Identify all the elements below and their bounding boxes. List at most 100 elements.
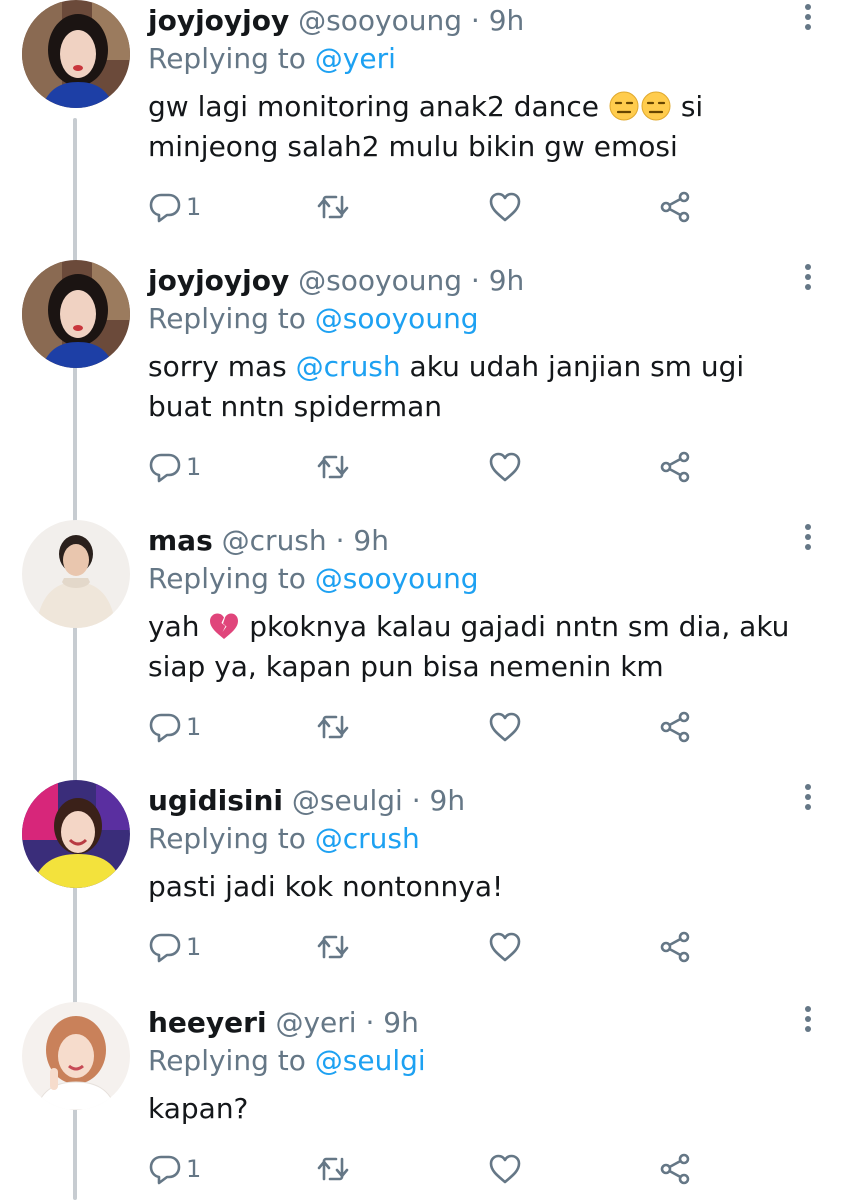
tweet-text: sorry mas @crush aku udah janjian sm ugi…	[148, 347, 808, 427]
timestamp[interactable]: 9h	[489, 264, 525, 297]
tweet[interactable]: joyjoyjoy @sooyoung · 9h Replying to @ye…	[0, 0, 864, 250]
tweet[interactable]: heeyeri @yeri · 9h Replying to @seulgi k…	[0, 1002, 864, 1200]
replying-to-label: Replying to	[148, 42, 306, 75]
retweet-icon	[316, 1152, 350, 1186]
tweet-actions: 1	[148, 707, 708, 747]
retweet-icon	[316, 710, 350, 744]
tweet-header: heeyeri @yeri · 9h	[148, 1004, 419, 1042]
tweet-header: joyjoyjoy @sooyoung · 9h	[148, 2, 524, 40]
replying-to: Replying to @yeri	[148, 40, 396, 78]
user-handle[interactable]: @crush	[222, 524, 327, 557]
tweet-text: gw lagi monitoring anak2 dance si minjeo…	[148, 87, 808, 167]
separator-dot: ·	[411, 784, 421, 817]
retweet-button[interactable]	[316, 707, 350, 747]
reply-mention[interactable]: @seulgi	[315, 1044, 426, 1077]
heart-icon	[488, 190, 522, 224]
display-name[interactable]: joyjoyjoy	[148, 264, 289, 297]
retweet-button[interactable]	[316, 1149, 350, 1189]
user-handle[interactable]: @seulgi	[292, 784, 403, 817]
tweet-text-part: pasti jadi kok nontonnya!	[148, 870, 504, 903]
share-button[interactable]	[658, 1149, 692, 1189]
user-handle[interactable]: @sooyoung	[298, 4, 462, 37]
share-icon	[658, 710, 692, 744]
reply-icon	[148, 1152, 182, 1186]
tweet-header: mas @crush · 9h	[148, 522, 389, 560]
reply-button[interactable]: 1	[148, 447, 201, 487]
like-button[interactable]	[488, 927, 522, 967]
timestamp[interactable]: 9h	[430, 784, 466, 817]
reply-mention[interactable]: @yeri	[315, 42, 396, 75]
broken-heart-emoji-icon	[208, 610, 240, 643]
replying-to-label: Replying to	[148, 1044, 306, 1077]
tweet-text: pasti jadi kok nontonnya!	[148, 867, 808, 907]
avatar-photo	[22, 780, 130, 888]
separator-dot: ·	[470, 4, 480, 37]
like-button[interactable]	[488, 1149, 522, 1189]
separator-dot: ·	[365, 1006, 375, 1039]
tweet-header: ugidisini @seulgi · 9h	[148, 782, 465, 820]
avatar[interactable]	[22, 1002, 130, 1110]
reply-mention[interactable]: @sooyoung	[315, 562, 479, 595]
like-button[interactable]	[488, 187, 522, 227]
more-options-icon[interactable]	[796, 780, 820, 816]
tweet-text-part: kapan?	[148, 1092, 249, 1125]
tweet[interactable]: ugidisini @seulgi · 9h Replying to @crus…	[0, 780, 864, 990]
more-options-icon[interactable]	[796, 1002, 820, 1038]
reply-mention[interactable]: @crush	[315, 822, 420, 855]
heart-icon	[488, 450, 522, 484]
tweet-text: kapan?	[148, 1089, 808, 1129]
reply-count: 1	[186, 193, 202, 221]
tweet-text-part: yah	[148, 610, 209, 643]
display-name[interactable]: joyjoyjoy	[148, 4, 289, 37]
avatar[interactable]	[22, 0, 130, 108]
share-icon	[658, 1152, 692, 1186]
timestamp[interactable]: 9h	[353, 524, 389, 557]
retweet-button[interactable]	[316, 927, 350, 967]
reply-button[interactable]: 1	[148, 1149, 201, 1189]
reply-button[interactable]: 1	[148, 927, 201, 967]
tweet[interactable]: mas @crush · 9h Replying to @sooyoung ya…	[0, 520, 864, 770]
more-options-icon[interactable]	[796, 520, 820, 556]
tweet[interactable]: joyjoyjoy @sooyoung · 9h Replying to @so…	[0, 260, 864, 510]
reply-mention[interactable]: @sooyoung	[315, 302, 479, 335]
text-mention[interactable]: @crush	[296, 350, 401, 383]
share-icon	[658, 930, 692, 964]
retweet-button[interactable]	[316, 447, 350, 487]
replying-to: Replying to @seulgi	[148, 1042, 426, 1080]
reply-count: 1	[186, 933, 202, 961]
replying-to-label: Replying to	[148, 302, 306, 335]
like-button[interactable]	[488, 447, 522, 487]
display-name[interactable]: ugidisini	[148, 784, 283, 817]
share-button[interactable]	[658, 187, 692, 227]
more-options-icon[interactable]	[796, 260, 820, 296]
reply-count: 1	[186, 1155, 202, 1183]
tweet-actions: 1	[148, 187, 708, 227]
avatar[interactable]	[22, 780, 130, 888]
user-handle[interactable]: @yeri	[275, 1006, 356, 1039]
share-button[interactable]	[658, 927, 692, 967]
timestamp[interactable]: 9h	[489, 4, 525, 37]
user-handle[interactable]: @sooyoung	[298, 264, 462, 297]
avatar[interactable]	[22, 520, 130, 628]
reply-button[interactable]: 1	[148, 187, 201, 227]
tweet-text-part: gw lagi monitoring anak2 dance	[148, 90, 608, 123]
timestamp[interactable]: 9h	[383, 1006, 419, 1039]
avatar[interactable]	[22, 260, 130, 368]
share-button[interactable]	[658, 447, 692, 487]
replying-to: Replying to @sooyoung	[148, 300, 479, 338]
reply-count: 1	[186, 713, 202, 741]
avatar-photo	[22, 260, 130, 368]
tweet-text-part: sorry mas	[148, 350, 296, 383]
heart-icon	[488, 930, 522, 964]
share-button[interactable]	[658, 707, 692, 747]
display-name[interactable]: heeyeri	[148, 1006, 267, 1039]
reply-button[interactable]: 1	[148, 707, 201, 747]
share-icon	[658, 190, 692, 224]
display-name[interactable]: mas	[148, 524, 213, 557]
tweet-header: joyjoyjoy @sooyoung · 9h	[148, 262, 524, 300]
retweet-button[interactable]	[316, 187, 350, 227]
avatar-photo	[22, 0, 130, 108]
like-button[interactable]	[488, 707, 522, 747]
more-options-icon[interactable]	[796, 0, 820, 36]
reply-icon	[148, 450, 182, 484]
